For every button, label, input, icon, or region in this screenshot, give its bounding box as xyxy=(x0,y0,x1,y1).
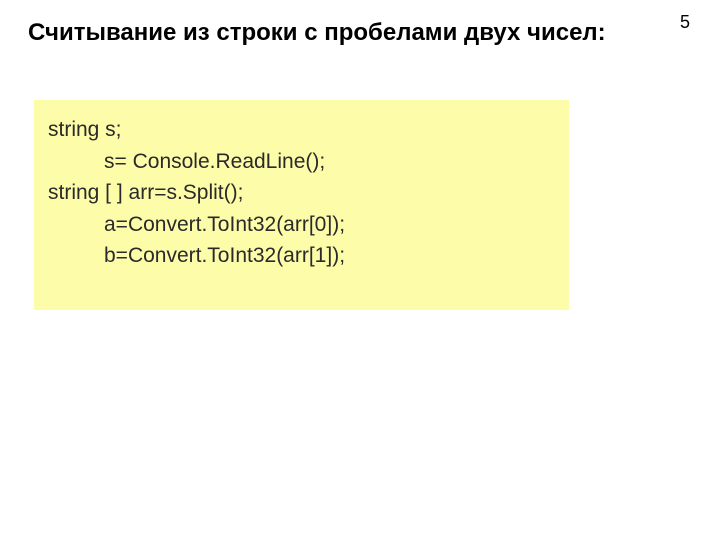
code-line: b=Convert.ToInt32(arr[1]); xyxy=(48,240,555,272)
code-line: string [ ] arr=s.Split(); xyxy=(48,177,555,209)
code-line: string s; xyxy=(48,114,555,146)
code-block: string s; s= Console.ReadLine(); string … xyxy=(34,100,569,310)
code-line: s= Console.ReadLine(); xyxy=(48,146,555,178)
slide-title: Считывание из строки с пробелами двух чи… xyxy=(28,18,640,48)
code-line: a=Convert.ToInt32(arr[0]); xyxy=(48,209,555,241)
page-number: 5 xyxy=(680,12,690,33)
